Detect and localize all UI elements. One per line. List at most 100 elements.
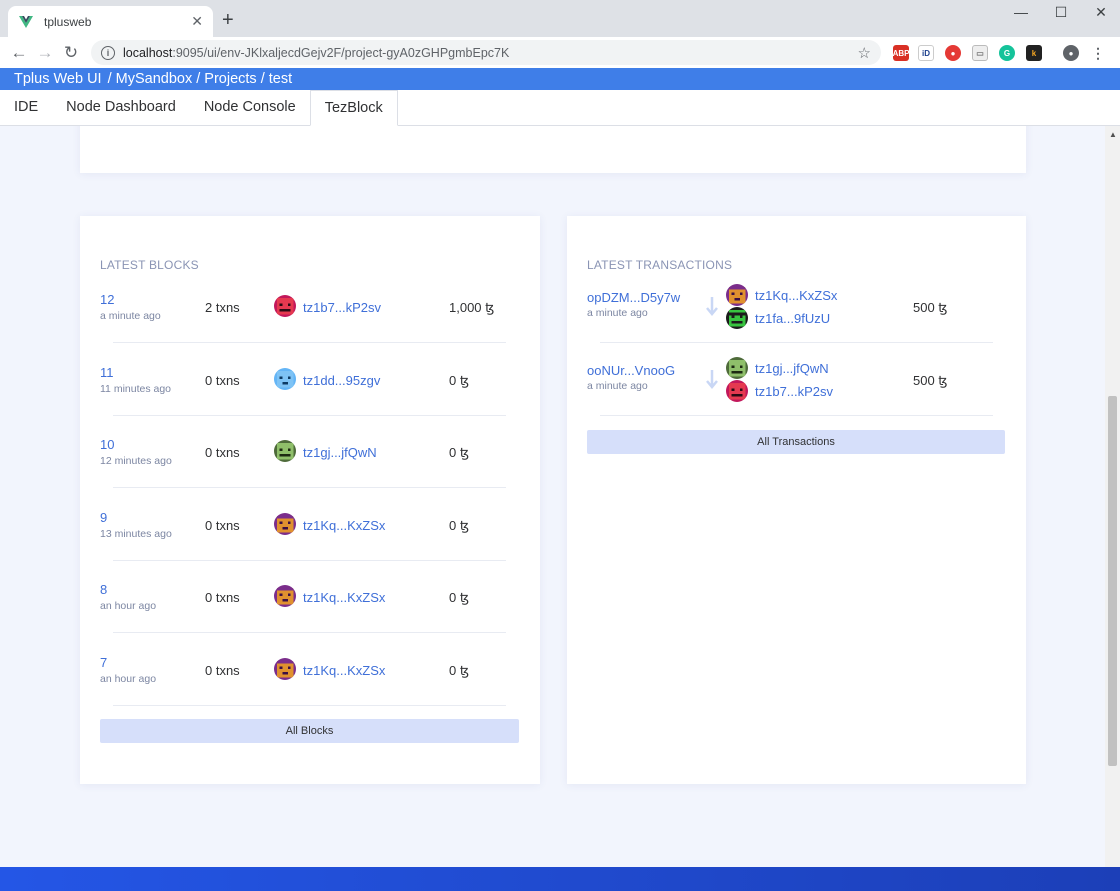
red-face-avatar-icon [726,380,748,402]
row-divider [113,632,506,633]
transaction-time: a minute ago [587,380,648,392]
arrow-down-icon [705,296,719,318]
row-divider [113,705,506,706]
block-number[interactable]: 9 [100,510,107,525]
app-header: Tplus Web UI / MySandbox / Projects / te… [0,68,1120,90]
block-number[interactable]: 11 [100,365,114,380]
footer-bar [0,867,1120,891]
reload-button[interactable]: ↻ [58,43,84,63]
app-title[interactable]: Tplus Web UI [14,71,102,87]
minimize-button[interactable]: — [1006,4,1036,20]
browser-toolbar: ← → ↻ i localhost:9095/ui/env-JKlxaljecd… [0,37,1120,68]
scrollbar-thumb[interactable] [1108,396,1117,766]
block-txns: 0 txns [205,663,240,678]
block-amount: 0 ꜩ [449,663,470,678]
block-baker-address[interactable]: tz1Kq...KxZSx [303,663,385,678]
extension-icon[interactable]: ABP [893,45,909,61]
main-content: LATEST BLOCKS 12 a minute ago 2 txns tz1… [0,126,1105,867]
latest-blocks-card: LATEST BLOCKS 12 a minute ago 2 txns tz1… [80,216,540,784]
block-number[interactable]: 10 [100,437,114,452]
transaction-amount: 500 ꜩ [913,300,948,315]
tab-node-dashboard[interactable]: Node Dashboard [52,90,190,125]
tab-close-icon[interactable]: ✕ [191,13,203,30]
extension-icon[interactable]: ▭ [972,45,988,61]
tab-ide[interactable]: IDE [0,90,52,125]
close-window-button[interactable]: ✕ [1086,4,1116,21]
tab-node-console[interactable]: Node Console [190,90,310,125]
block-number[interactable]: 12 [100,292,114,307]
browser-menu-icon[interactable]: ⋮ [1090,45,1106,61]
transaction-amount: 500 ꜩ [913,373,948,388]
block-txns: 0 txns [205,445,240,460]
block-txns: 0 txns [205,518,240,533]
breadcrumb[interactable]: / MySandbox / Projects / test [108,71,293,87]
block-baker-address[interactable]: tz1Kq...KxZSx [303,590,385,605]
extension-icon[interactable]: ● [945,45,961,61]
app-nav-tabs: IDE Node Dashboard Node Console TezBlock [0,90,1120,126]
block-baker-address[interactable]: tz1b7...kP2sv [303,300,381,315]
purple-face-avatar-icon [274,658,296,680]
vue-logo-icon [18,14,34,30]
block-row: 10 12 minutes ago 0 txns tz1gj...jfQwN 0… [80,429,540,501]
url-host: localhost [123,45,173,60]
block-time: 12 minutes ago [100,455,172,467]
scroll-up-icon[interactable]: ▲ [1109,130,1117,139]
purple-face-avatar-icon [726,284,748,306]
green-face-avatar-icon [274,440,296,462]
block-time: 13 minutes ago [100,528,172,540]
tab-tezblock[interactable]: TezBlock [309,90,398,126]
row-divider [113,342,506,343]
top-card [80,126,1026,173]
block-txns: 0 txns [205,373,240,388]
row-divider [600,415,993,416]
red-face-avatar-icon [274,295,296,317]
arrow-down-icon [705,369,719,391]
transaction-to-address[interactable]: tz1b7...kP2sv [755,384,833,399]
block-time: an hour ago [100,673,157,685]
latest-blocks-title: LATEST BLOCKS [100,258,199,272]
row-divider [113,560,506,561]
block-number[interactable]: 7 [100,655,107,670]
url-path: :9095/ui/env-JKlxaljecdGejv2F/project-gy… [172,45,510,60]
block-time: a minute ago [100,310,161,322]
extension-icon[interactable]: iD [918,45,934,61]
block-amount: 1,000 ꜩ [449,300,495,315]
block-amount: 0 ꜩ [449,590,470,605]
back-button[interactable]: ← [6,43,32,63]
block-time: 11 minutes ago [100,383,172,395]
new-tab-button[interactable]: + [222,10,234,30]
maximize-button[interactable]: ☐ [1046,4,1076,21]
block-row: 7 an hour ago 0 txns tz1Kq...KxZSx 0 ꜩ [80,647,540,719]
transaction-time: a minute ago [587,307,648,319]
extension-icon[interactable]: G [999,45,1015,61]
forward-button[interactable]: → [32,43,58,63]
block-baker-address[interactable]: tz1dd...95zgv [303,373,380,388]
browser-tab[interactable]: tplusweb ✕ [8,6,213,37]
purple-face-avatar-icon [274,513,296,535]
all-transactions-button[interactable]: All Transactions [587,430,1005,454]
transaction-hash[interactable]: ooNUr...VnooG [587,363,675,378]
profile-avatar[interactable]: ● [1063,45,1079,61]
block-time: an hour ago [100,600,157,612]
block-txns: 0 txns [205,590,240,605]
transaction-from-address[interactable]: tz1gj...jfQwN [755,361,829,376]
row-divider [600,342,993,343]
site-info-icon[interactable]: i [101,45,115,60]
all-blocks-button[interactable]: All Blocks [100,719,519,743]
extension-icon[interactable]: k [1026,45,1042,61]
blue-face-avatar-icon [274,368,296,390]
dark-green-face-avatar-icon [726,307,748,329]
block-baker-address[interactable]: tz1Kq...KxZSx [303,518,385,533]
address-bar[interactable]: i localhost:9095/ui/env-JKlxaljecdGejv2F… [91,40,881,65]
page-scrollbar[interactable]: ▲ [1105,126,1120,867]
block-number[interactable]: 8 [100,582,107,597]
transaction-from-address[interactable]: tz1Kq...KxZSx [755,288,837,303]
block-row: 11 11 minutes ago 0 txns tz1dd...95zgv 0… [80,357,540,429]
transaction-to-address[interactable]: tz1fa...9fUzU [755,311,830,326]
block-row: 8 an hour ago 0 txns tz1Kq...KxZSx 0 ꜩ [80,574,540,646]
transaction-hash[interactable]: opDZM...D5y7w [587,290,680,305]
block-baker-address[interactable]: tz1gj...jfQwN [303,445,377,460]
bookmark-star-icon[interactable]: ☆ [858,44,871,62]
tab-title: tplusweb [44,14,92,29]
browser-tabstrip: tplusweb ✕ + — ☐ ✕ [0,0,1120,37]
